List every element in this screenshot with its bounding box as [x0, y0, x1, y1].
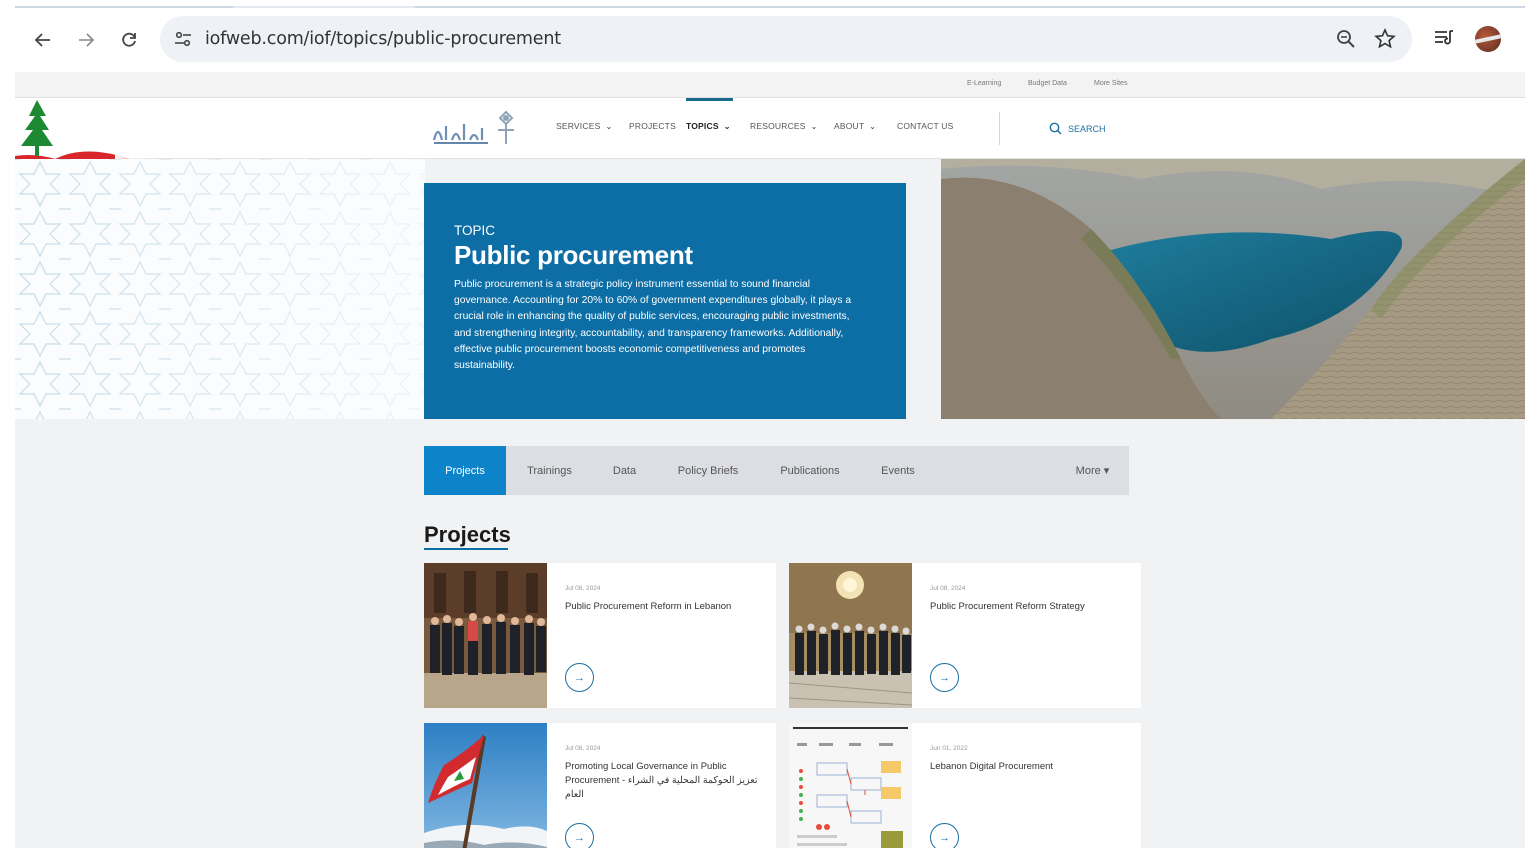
hero-description: Public procurement is a strategic policy… [454, 279, 852, 372]
site-settings-icon[interactable] [172, 28, 194, 50]
webpage: E-Learning Budget Data More Sites SERVIC… [15, 72, 1525, 848]
browser-chrome: iofweb.com/iof/topics/public-procurement [0, 0, 1525, 72]
arrow-left-icon [34, 33, 50, 47]
card-title[interactable]: Lebanon Digital Procurement [930, 760, 1130, 774]
project-card[interactable]: Jul 08, 2024 Promoting Local Governance … [424, 723, 776, 848]
nav-divider [999, 112, 1000, 145]
zoom-icon[interactable] [1335, 28, 1357, 50]
decorative-pattern [15, 159, 425, 419]
utility-link-budget-data[interactable]: Budget Data [1028, 80, 1067, 87]
chevron-down-icon: ⌄ [723, 121, 731, 131]
arrow-right-icon [79, 33, 95, 47]
nav-resources-label: RESOURCES [750, 121, 806, 131]
card-title[interactable]: Public Procurement Reform in Lebanon [565, 600, 765, 614]
search-icon [1049, 122, 1062, 135]
tab-data[interactable]: Data [593, 446, 656, 495]
project-thumbnail [424, 563, 547, 708]
utility-link-more-sites[interactable]: More Sites [1094, 80, 1127, 87]
bookmark-star-icon[interactable] [1374, 28, 1396, 50]
lebanon-flag-graphic [15, 98, 155, 159]
nav-topics-label: TOPICS [686, 121, 719, 131]
chevron-down-icon: ⌄ [869, 121, 877, 131]
tab-projects[interactable]: Projects [424, 446, 506, 495]
reading-list-icon[interactable] [1432, 26, 1456, 50]
nav-topics[interactable]: TOPICS ⌄ [686, 121, 731, 131]
project-thumbnail [789, 723, 912, 848]
nav-projects-label: PROJECTS [629, 121, 676, 131]
project-thumbnail [424, 723, 547, 848]
section-title: Projects [424, 522, 511, 547]
nav-active-indicator [686, 98, 733, 101]
nav-about-label: ABOUT [834, 121, 865, 131]
card-title[interactable]: Promoting Local Governance in Public Pro… [565, 760, 765, 802]
nav-projects[interactable]: PROJECTS [629, 121, 676, 131]
nav-resources[interactable]: RESOURCES ⌄ [750, 121, 818, 131]
search-label: SEARCH [1068, 123, 1106, 134]
back-button[interactable] [29, 26, 57, 54]
card-date: Jul 08, 2024 [565, 585, 601, 592]
chevron-down-icon: ⌄ [605, 121, 613, 131]
nav-about[interactable]: ABOUT ⌄ [834, 121, 876, 131]
card-date: Jul 08, 2024 [565, 745, 601, 752]
page-title: Public procurement [454, 240, 693, 270]
main-navigation: SERVICES ⌄ PROJECTS TOPICS ⌄ RESOURCES ⌄ AB… [15, 98, 1525, 159]
card-title[interactable]: Public Procurement Reform Strategy [930, 600, 1130, 614]
site-logo[interactable] [432, 110, 522, 146]
utility-link-elearning[interactable]: E-Learning [967, 80, 1001, 87]
hero-kicker: TOPIC [454, 223, 496, 238]
reload-icon [122, 32, 136, 47]
nav-services[interactable]: SERVICES ⌄ [556, 121, 612, 131]
arrow-right-icon[interactable]: → [565, 823, 594, 848]
project-thumbnail [789, 563, 912, 708]
content-tabs: Projects Trainings Data Policy Briefs Pu… [424, 446, 1129, 495]
address-bar[interactable]: iofweb.com/iof/topics/public-procurement [160, 16, 1412, 62]
profile-avatar[interactable] [1475, 26, 1501, 52]
arrow-right-icon[interactable]: → [930, 663, 959, 692]
nav-contact-us[interactable]: CONTACT US [897, 121, 953, 131]
hero-topic-panel: TOPIC Public procurement Public procurem… [424, 183, 906, 419]
nav-services-label: SERVICES [556, 121, 601, 131]
project-card[interactable]: Jun 01, 2022 Lebanon Digital Procurement… [789, 723, 1141, 848]
project-card[interactable]: Jul 08, 2024 Public Procurement Reform i… [424, 563, 776, 708]
utility-bar: E-Learning Budget Data More Sites [15, 72, 1525, 98]
tab-policy-briefs[interactable]: Policy Briefs [656, 446, 760, 495]
card-date: Jun 01, 2022 [930, 745, 968, 752]
tab-strip [15, 6, 1525, 8]
url-text[interactable]: iofweb.com/iof/topics/public-procurement [205, 29, 561, 49]
reload-button[interactable] [115, 26, 143, 54]
project-card[interactable]: Jul 08, 2024 Public Procurement Reform S… [789, 563, 1141, 708]
tab-trainings[interactable]: Trainings [506, 446, 593, 495]
section-title-underline [424, 548, 508, 550]
chevron-down-icon: ⌄ [810, 121, 818, 131]
tab-publications[interactable]: Publications [760, 446, 860, 495]
search-button[interactable]: SEARCH [1049, 122, 1106, 135]
forward-button[interactable] [72, 26, 100, 54]
hero-landscape-image [941, 159, 1525, 419]
arrow-right-icon[interactable]: → [565, 663, 594, 692]
card-date: Jul 08, 2024 [930, 585, 966, 592]
tab-more-dropdown[interactable]: More ▾ [1056, 446, 1129, 495]
arrow-right-icon[interactable]: → [930, 823, 959, 848]
tab-events[interactable]: Events [860, 446, 936, 495]
nav-contact-label: CONTACT US [897, 121, 954, 131]
